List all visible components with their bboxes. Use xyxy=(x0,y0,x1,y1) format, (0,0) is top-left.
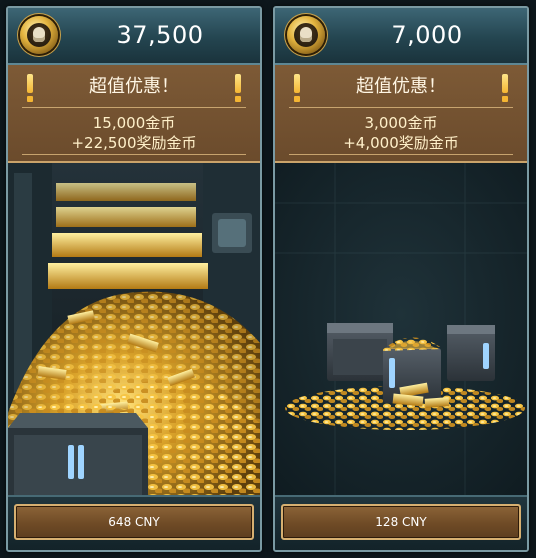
gold-vault-illustration xyxy=(8,163,260,499)
gold-coin-icon xyxy=(287,16,325,54)
pack-header: 7,000 xyxy=(275,8,527,65)
store-panel: 37,500 超值优惠！ 15,000金币 +22,500奖励金币 648 CN… xyxy=(0,0,536,558)
pack-footer: 648 CNY xyxy=(8,495,260,550)
promo-banner: 超值优惠！ 15,000金币 +22,500奖励金币 xyxy=(8,65,260,163)
promo-divider xyxy=(289,107,513,108)
buy-button[interactable]: 648 CNY xyxy=(14,504,254,540)
pack-footer: 128 CNY xyxy=(275,495,527,550)
bonus-coins-label: +22,500奖励金币 xyxy=(71,134,197,152)
promo-title: 超值优惠！ xyxy=(356,76,446,97)
base-coins-label: 3,000金币 xyxy=(364,114,438,132)
promo-divider xyxy=(22,107,246,108)
bonus-coins-label: +4,000奖励金币 xyxy=(343,134,459,152)
pack-header: 37,500 xyxy=(8,8,260,65)
pack-coin-amount: 7,000 xyxy=(391,21,463,49)
promo-divider xyxy=(22,154,246,155)
coin-pack-card-large[interactable]: 37,500 超值优惠！ 15,000金币 +22,500奖励金币 648 CN… xyxy=(6,6,262,552)
promo-banner: 超值优惠！ 3,000金币 +4,000奖励金币 xyxy=(275,65,527,163)
gold-crates-illustration xyxy=(275,163,527,499)
base-coins-label: 15,000金币 xyxy=(92,114,176,132)
pack-coin-amount: 37,500 xyxy=(116,21,204,49)
price-label: 128 CNY xyxy=(375,515,427,529)
coin-pack-card-medium[interactable]: 7,000 超值优惠！ 3,000金币 +4,000奖励金币 128 CNY xyxy=(273,6,529,552)
promo-title: 超值优惠！ xyxy=(89,76,179,97)
price-label: 648 CNY xyxy=(108,515,160,529)
buy-button[interactable]: 128 CNY xyxy=(281,504,521,540)
gold-coin-icon xyxy=(20,16,58,54)
promo-divider xyxy=(289,154,513,155)
